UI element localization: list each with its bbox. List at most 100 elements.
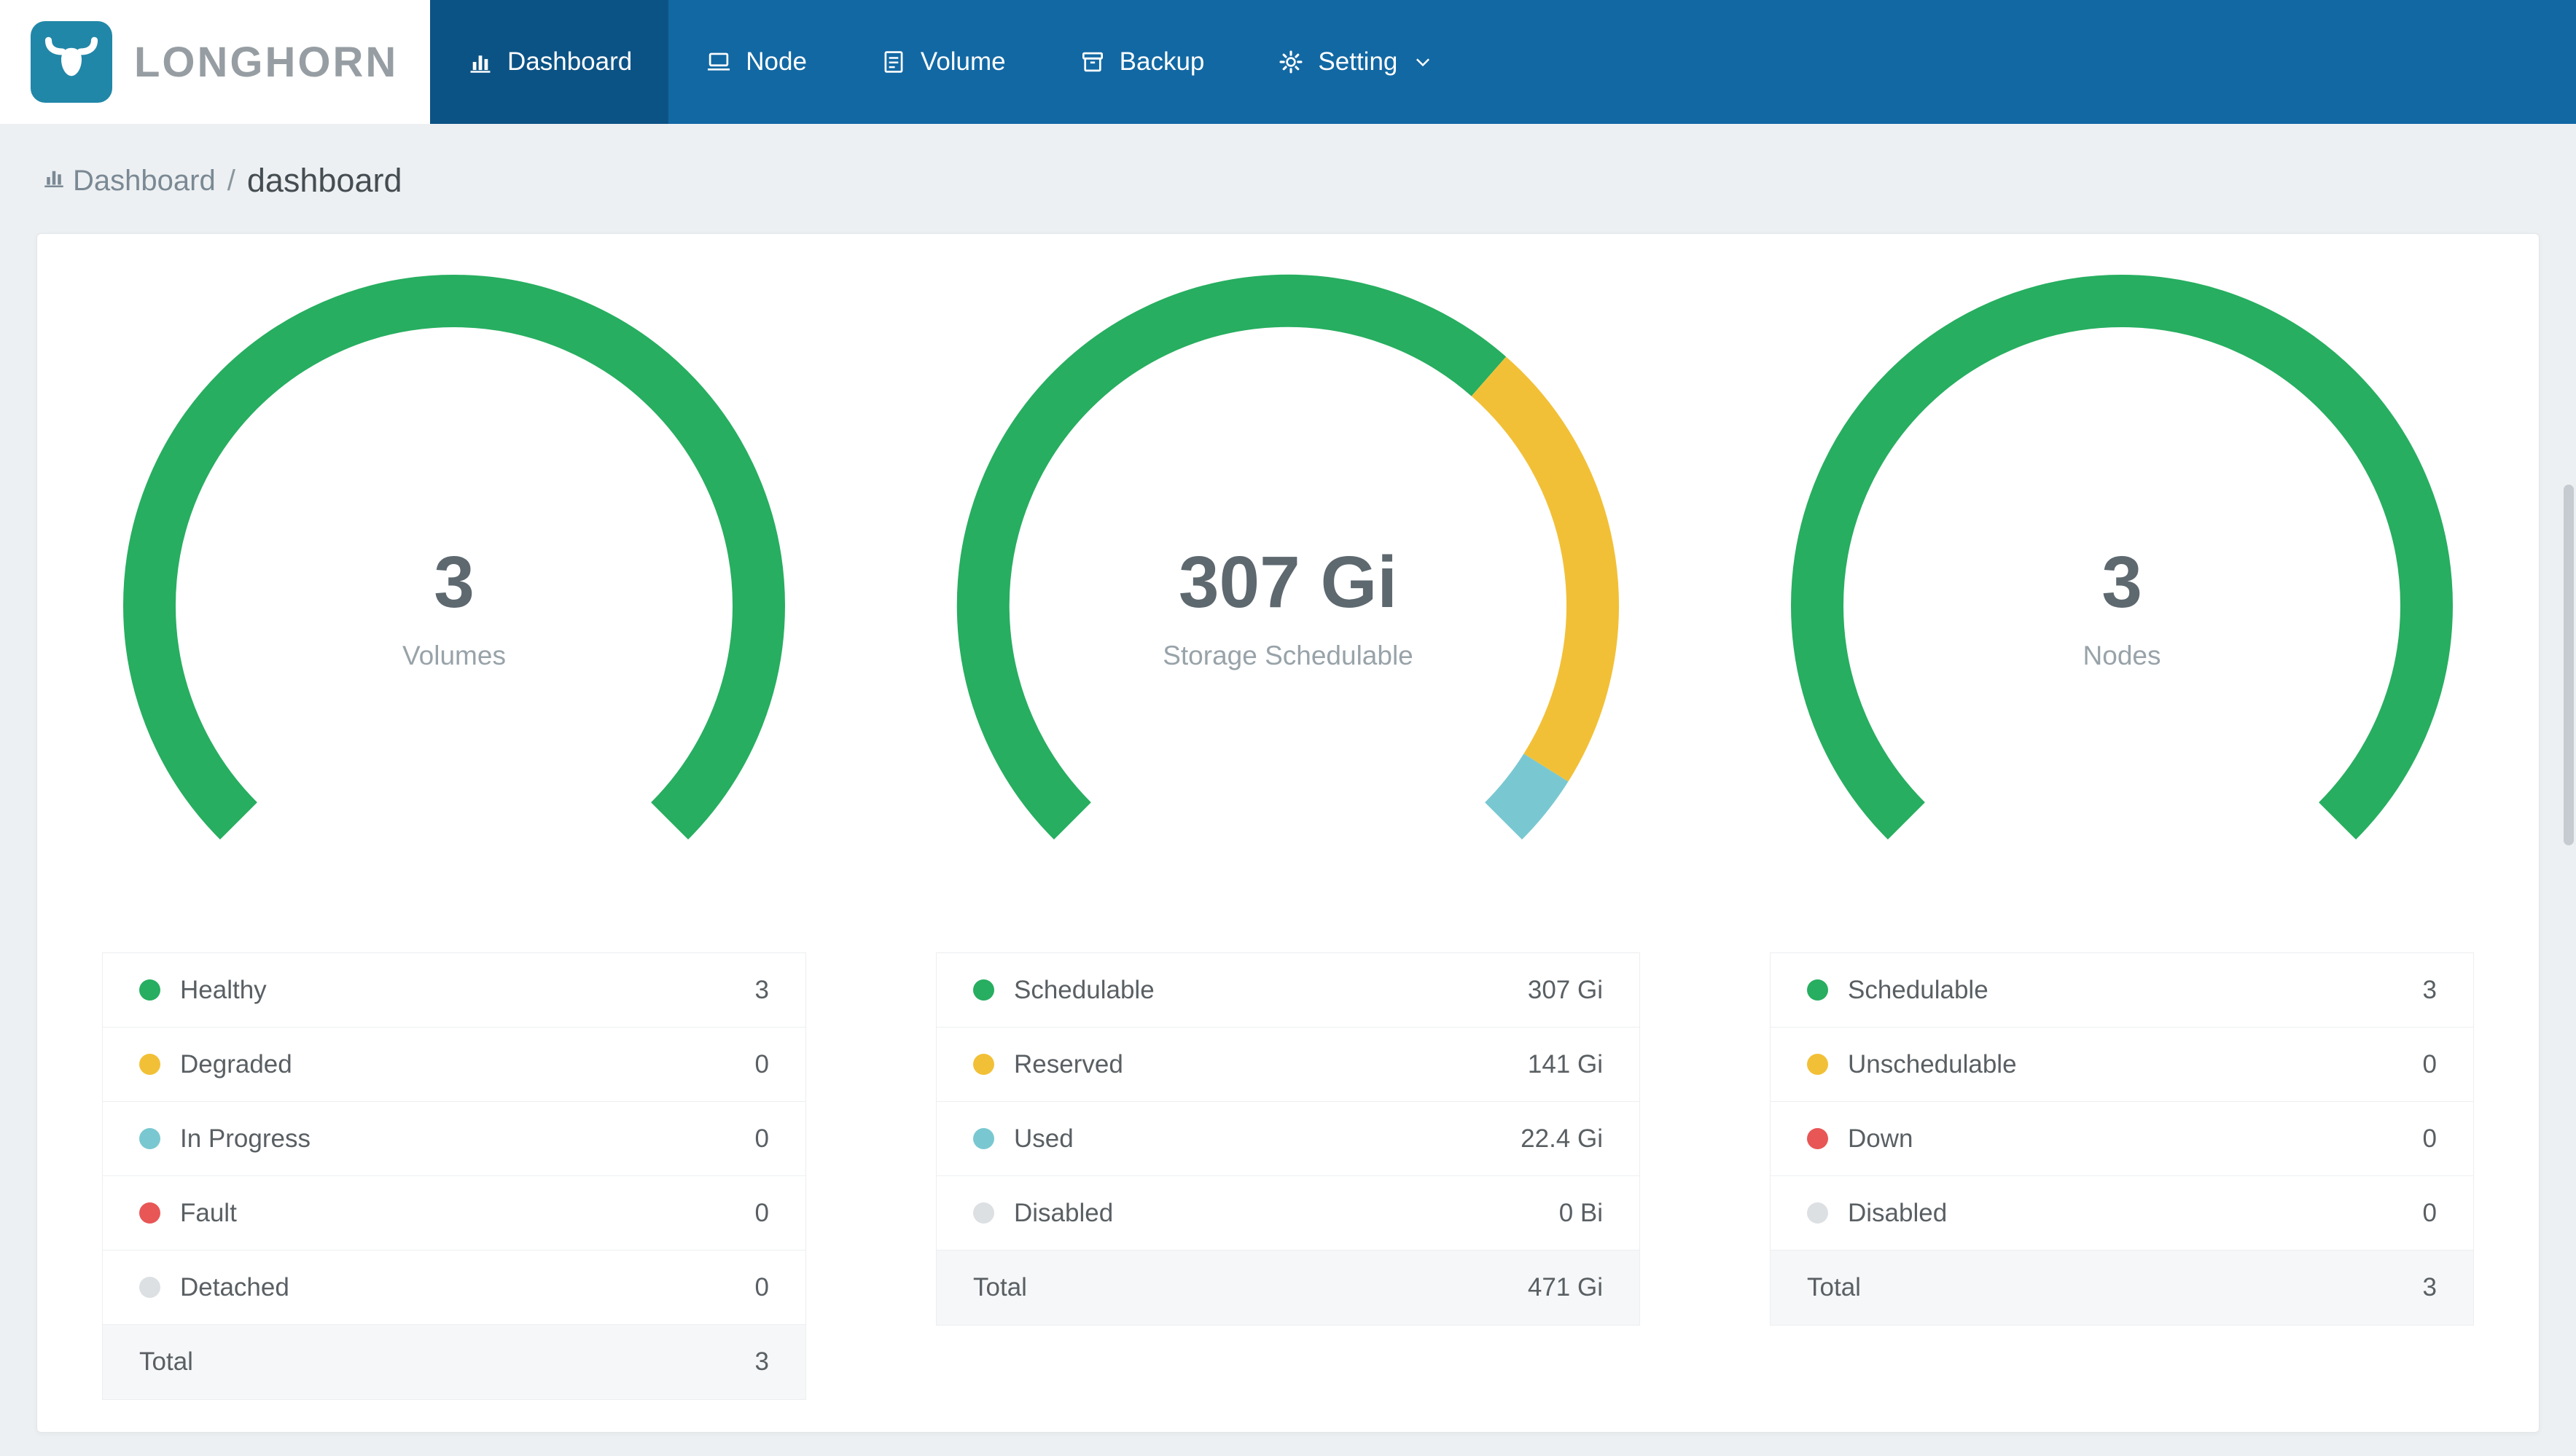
gauge-label: Nodes: [2083, 640, 2161, 670]
gauge-value: 3: [434, 541, 475, 623]
legend-dot: [973, 1054, 994, 1075]
dashboard-card: 3 Volumes Healthy 3 Degraded 0 In Progress 0 Fau…: [36, 233, 2540, 1433]
legend-value: 0: [754, 1049, 769, 1079]
dashboard-icon: [467, 48, 494, 76]
legend-dot: [973, 979, 994, 1001]
gauge-chart: 3 Nodes: [1787, 270, 2457, 941]
legend-dot: [139, 1128, 160, 1149]
legend-label: Disabled: [1014, 1198, 1114, 1227]
legend-row: Disabled 0: [1771, 1176, 2473, 1250]
app-logo[interactable]: LONGHORN: [0, 0, 430, 124]
legend-label: Used: [1014, 1124, 1074, 1153]
legend-label: Reserved: [1014, 1049, 1123, 1079]
legend-label: Degraded: [180, 1049, 292, 1079]
legend-row: Schedulable 307 Gi: [937, 953, 1639, 1028]
breadcrumb-separator: /: [227, 164, 235, 197]
breadcrumb-root-label: Dashboard: [73, 164, 216, 197]
legend-value: 3: [754, 975, 769, 1004]
legend-value: 0: [2422, 1049, 2437, 1079]
legend-dot: [973, 1128, 994, 1149]
backup-icon: [1079, 48, 1106, 76]
legend-row: Disabled 0 Bi: [937, 1176, 1639, 1250]
nav-item-label: Setting: [1318, 47, 1398, 76]
legend-dot: [139, 1054, 160, 1075]
legend-value: 0: [2422, 1198, 2437, 1227]
gauge-chart: 307 Gi Storage Schedulable: [953, 270, 1623, 941]
legend-total-row: Total 471 Gi: [937, 1250, 1639, 1325]
legend-label: Schedulable: [1014, 975, 1155, 1004]
breadcrumb: Dashboard / dashboard: [0, 124, 2576, 233]
node-icon: [705, 48, 733, 76]
legend-row: Schedulable 3: [1771, 953, 2473, 1028]
nav-item-node[interactable]: Node: [668, 0, 843, 124]
nav-item-label: Volume: [920, 47, 1006, 76]
gauge-label: Volumes: [402, 640, 506, 670]
nav-item-dashboard[interactable]: Dashboard: [430, 0, 669, 124]
nav-item-volume[interactable]: Volume: [843, 0, 1042, 124]
logo-text: LONGHORN: [134, 38, 399, 86]
legend-value: 0: [754, 1198, 769, 1227]
legend-value: 3: [2422, 975, 2437, 1004]
legend-label: In Progress: [180, 1124, 311, 1153]
legend-row: Unschedulable 0: [1771, 1028, 2473, 1102]
nav-item-label: Backup: [1119, 47, 1205, 76]
breadcrumb-current: dashboard: [246, 162, 402, 199]
breadcrumb-root-link[interactable]: Dashboard: [41, 164, 216, 197]
app-header: LONGHORN Dashboard Node Volume Backup Se…: [0, 0, 2576, 124]
gauge-center-text: 3 Volumes: [119, 270, 789, 941]
legend-total-value: 3: [2422, 1273, 2437, 1302]
gauge-chart: 3 Volumes: [119, 270, 789, 941]
legend-total-row: Total 3: [1771, 1250, 2473, 1325]
gauge-value: 3: [2101, 541, 2142, 623]
legend-label: Schedulable: [1848, 975, 1988, 1004]
gauge-panel: 3 Volumes Healthy 3 Degraded 0 In Progress 0 Fau…: [37, 270, 871, 1400]
nav-item-label: Node: [746, 47, 807, 76]
legend-dot: [139, 1277, 160, 1298]
legend-table: Schedulable 3 Unschedulable 0 Down 0 Disabled 0…: [1770, 952, 2474, 1326]
legend-dot: [139, 1202, 160, 1224]
legend-row: Reserved 141 Gi: [937, 1028, 1639, 1102]
legend-dot: [1807, 1202, 1828, 1224]
legend-label: Disabled: [1848, 1198, 1948, 1227]
legend-dot: [1807, 979, 1828, 1001]
legend-dot: [1807, 1054, 1828, 1075]
longhorn-bull-icon: [31, 21, 112, 103]
legend-total-label: Total: [1807, 1273, 1861, 1302]
gauge-label: Storage Schedulable: [1163, 640, 1413, 670]
legend-row: Detached 0: [103, 1250, 805, 1325]
gauge-panel: 307 Gi Storage Schedulable Schedulable 307 …: [871, 270, 1705, 1400]
main-nav: Dashboard Node Volume Backup Setting: [430, 0, 2576, 124]
legend-dot: [1807, 1128, 1828, 1149]
nav-item-backup[interactable]: Backup: [1042, 0, 1241, 124]
legend-value: 0: [754, 1124, 769, 1153]
nav-item-setting[interactable]: Setting: [1241, 0, 1470, 124]
legend-row: Down 0: [1771, 1102, 2473, 1176]
gauge-center-text: 3 Nodes: [1787, 270, 2457, 941]
legend-total-value: 3: [754, 1347, 769, 1376]
legend-row: Healthy 3: [103, 953, 805, 1028]
legend-row: Used 22.4 Gi: [937, 1102, 1639, 1176]
legend-table: Schedulable 307 Gi Reserved 141 Gi Used 22.4 …: [936, 952, 1640, 1326]
bar-chart-icon: [41, 164, 67, 197]
gauge-panel: 3 Nodes Schedulable 3 Unschedulable 0 Down 0 Dis…: [1705, 270, 2539, 1400]
volume-icon: [880, 48, 908, 76]
scrollbar-thumb[interactable]: [2564, 485, 2574, 845]
gauge-panels: 3 Volumes Healthy 3 Degraded 0 In Progress 0 Fau…: [37, 270, 2539, 1400]
legend-label: Fault: [180, 1198, 237, 1227]
legend-label: Healthy: [180, 975, 267, 1004]
legend-value: 0: [754, 1272, 769, 1302]
legend-total-row: Total 3: [103, 1325, 805, 1399]
legend-value: 141 Gi: [1527, 1049, 1603, 1079]
legend-row: Degraded 0: [103, 1028, 805, 1102]
legend-total-label: Total: [973, 1273, 1027, 1302]
legend-value: 22.4 Gi: [1521, 1124, 1603, 1153]
scrollbar-track: [2561, 0, 2576, 1456]
legend-value: 0 Bi: [1558, 1198, 1603, 1227]
legend-label: Down: [1848, 1124, 1913, 1153]
legend-dot: [973, 1202, 994, 1224]
setting-gear-icon: [1277, 48, 1305, 76]
legend-total-label: Total: [139, 1347, 193, 1376]
legend-label: Unschedulable: [1848, 1049, 2017, 1079]
legend-total-value: 471 Gi: [1527, 1273, 1603, 1302]
legend-dot: [139, 979, 160, 1001]
